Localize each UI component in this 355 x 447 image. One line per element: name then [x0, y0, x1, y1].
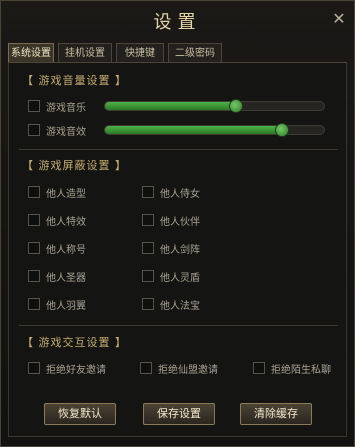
shield-label-sword-array: 他人剑阵 [160, 245, 200, 256]
interact-label-friend-invite: 拒绝好友邀请 [46, 365, 106, 376]
interact-label-guild-invite: 拒绝仙盟邀请 [158, 365, 218, 376]
sound-label: 游戏音效 [46, 127, 86, 138]
clear-cache-button[interactable]: 清除缓存 [240, 403, 312, 425]
shield-label-spirit-shield: 他人灵盾 [160, 273, 200, 284]
interact-checkbox-friend-invite[interactable] [28, 362, 40, 374]
tab-system-settings[interactable]: 系统设置 [8, 43, 54, 62]
section-divider [19, 149, 338, 150]
music-volume-handle[interactable] [229, 99, 244, 113]
shield-checkbox-treasure[interactable] [142, 298, 154, 310]
shield-checkbox-appearance[interactable] [28, 186, 40, 198]
interact-checkbox-stranger-chat[interactable] [253, 362, 265, 374]
settings-window: 设置 ✕ 系统设置 挂机设置 快捷键 二级密码 【 游戏音量设置 】 游戏音乐 … [0, 0, 355, 447]
shield-checkbox-title[interactable] [28, 242, 40, 254]
section-title-interact: 【 游戏交互设置 】 [22, 336, 127, 349]
shield-label-holy-artifact: 他人圣器 [46, 273, 86, 284]
sound-volume-fill [105, 126, 283, 134]
music-label: 游戏音乐 [46, 103, 86, 114]
shield-checkbox-sword-array[interactable] [142, 242, 154, 254]
settings-panel: 【 游戏音量设置 】 游戏音乐 游戏音效 【 游戏屏蔽设置 】 他人造型 他人侍… [8, 63, 347, 437]
sound-volume-slider[interactable] [104, 123, 325, 137]
title-bar: 设置 ✕ [1, 1, 354, 39]
interact-checkbox-guild-invite[interactable] [140, 362, 152, 374]
shield-checkbox-holy-artifact[interactable] [28, 270, 40, 282]
tab-hotkeys[interactable]: 快捷键 [116, 43, 164, 62]
shield-label-appearance: 他人造型 [46, 189, 86, 200]
shield-label-partner: 他人伙伴 [160, 217, 200, 228]
shield-checkbox-spirit-shield[interactable] [142, 270, 154, 282]
shield-label-title: 他人称号 [46, 245, 86, 256]
shield-label-wings: 他人羽翼 [46, 301, 86, 312]
sound-volume-handle[interactable] [275, 123, 290, 137]
restore-default-button[interactable]: 恢复默认 [44, 403, 116, 425]
section-divider [19, 325, 338, 326]
shield-checkbox-maid[interactable] [142, 186, 154, 198]
music-volume-slider[interactable] [104, 99, 325, 113]
shield-label-effects: 他人特效 [46, 217, 86, 228]
interact-label-stranger-chat: 拒绝陌生私聊 [271, 365, 331, 376]
tab-second-password[interactable]: 二级密码 [168, 43, 222, 62]
close-icon[interactable]: ✕ [330, 10, 348, 28]
shield-label-maid: 他人侍女 [160, 189, 200, 200]
save-settings-button[interactable]: 保存设置 [143, 403, 215, 425]
shield-label-treasure: 他人法宝 [160, 301, 200, 312]
shield-checkbox-wings[interactable] [28, 298, 40, 310]
window-title: 设置 [153, 12, 202, 33]
section-title-shield: 【 游戏屏蔽设置 】 [22, 159, 127, 172]
music-checkbox[interactable] [28, 100, 40, 112]
music-volume-fill [105, 102, 237, 110]
sound-checkbox[interactable] [28, 124, 40, 136]
section-title-audio: 【 游戏音量设置 】 [22, 74, 127, 87]
shield-checkbox-effects[interactable] [28, 214, 40, 226]
tab-idle-settings[interactable]: 挂机设置 [58, 43, 112, 62]
shield-checkbox-partner[interactable] [142, 214, 154, 226]
